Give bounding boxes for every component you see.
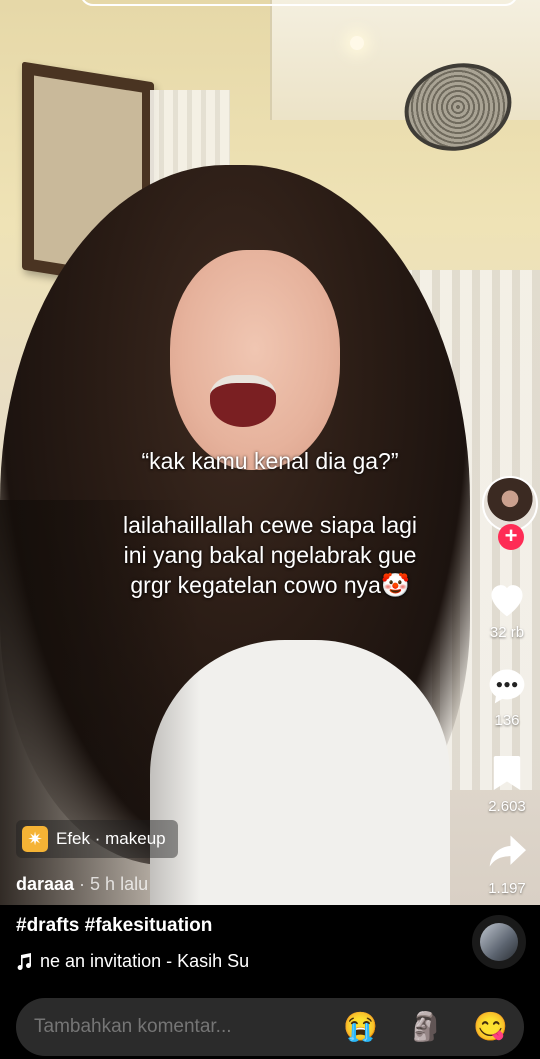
post-time: · 5 h lalu — [74, 874, 149, 894]
yum-emoji-button[interactable]: 😋 — [473, 1013, 508, 1041]
person-mouth — [210, 375, 276, 427]
effect-sparkle-icon: ✷ — [22, 826, 48, 852]
like-count: 32 rb — [489, 624, 525, 641]
comment-bar[interactable]: 😭 🗿 😋 — [16, 998, 524, 1056]
creator-avatar-button[interactable]: + — [482, 476, 538, 552]
caption-line: grgr kegatelan cowo nya🤡 — [130, 572, 410, 598]
heart-icon — [491, 585, 523, 617]
video-hashtags[interactable]: #drafts #fakesituation — [16, 915, 212, 937]
comment-icon — [489, 669, 525, 704]
top-search-outline[interactable] — [80, 0, 518, 6]
share-count: 1.197 — [488, 880, 526, 897]
caption-line: lailahaillallah cewe siapa lagi — [122, 512, 418, 538]
share-arrow-icon — [489, 835, 526, 867]
music-disc-button[interactable] — [472, 915, 526, 969]
follow-button[interactable]: + — [498, 524, 524, 550]
crying-emoji-button[interactable]: 😭 — [343, 1013, 378, 1041]
effect-chip[interactable]: ✷ Efek · makeup — [16, 820, 178, 858]
author-name[interactable]: daraaa — [16, 874, 74, 894]
comment-button[interactable]: 136 — [474, 666, 540, 729]
music-title: ne an invitation - Kasih Su — [40, 951, 250, 971]
comment-input[interactable] — [34, 1016, 314, 1038]
author-line[interactable]: daraaa · 5 h lalu — [16, 874, 148, 895]
moai-emoji-button[interactable]: 🗿 — [408, 1013, 443, 1041]
music-info[interactable]: ne an invitation - Kasih Su — [16, 951, 266, 972]
person-face — [170, 250, 340, 470]
save-button[interactable]: 2.603 — [474, 754, 540, 815]
music-note-icon — [17, 952, 32, 970]
bookmark-icon — [493, 756, 521, 790]
caption-quote: “kak kamu kenal dia ga?” — [141, 448, 399, 474]
share-button[interactable]: 1.197 — [474, 832, 540, 897]
effect-label: Efek · makeup — [56, 829, 166, 848]
bottom-panel: #drafts #fakesituation ne an invitation … — [0, 905, 540, 1059]
comment-count: 136 — [494, 712, 520, 729]
music-cover-thumbnail — [480, 923, 518, 961]
ceiling-lamp — [350, 36, 364, 50]
like-button[interactable]: 32 rb — [474, 580, 540, 641]
caption-line: ini yang bakal ngelabrak gue — [123, 542, 417, 568]
video-caption: “kak kamu kenal dia ga?” lailahaillallah… — [60, 446, 480, 600]
save-count: 2.603 — [488, 798, 526, 815]
